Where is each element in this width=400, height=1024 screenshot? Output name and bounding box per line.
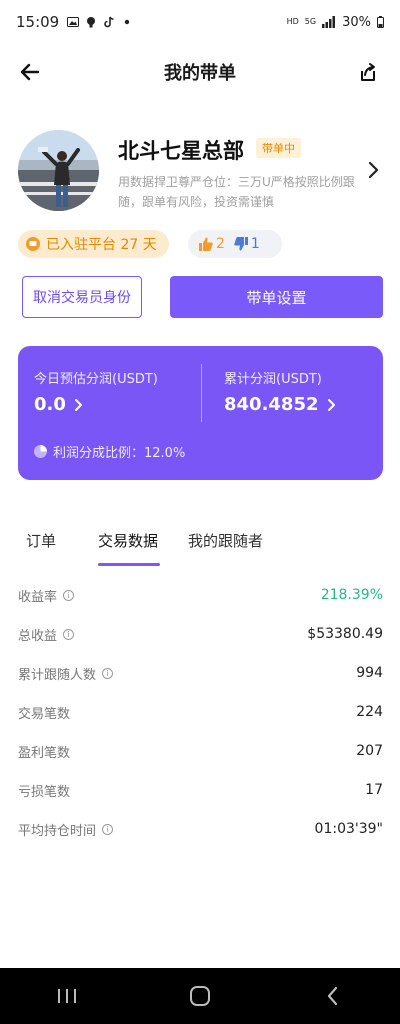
copy-settings-button[interactable]: 带单设置 (170, 276, 383, 318)
stat-value: 994 (356, 665, 383, 681)
info-icon[interactable]: i (102, 823, 114, 835)
stat-value: 01:03'39" (314, 821, 383, 837)
joined-days-text: 已入驻平台 27 天 (46, 237, 157, 253)
battery-icon (377, 16, 384, 28)
tab-orders[interactable]: 订单 (26, 530, 56, 551)
profit-share-text: 利润分成比例：12.0% (53, 446, 186, 461)
status-badge: 带单中 (256, 138, 301, 158)
info-icon[interactable]: i (63, 589, 75, 601)
tiktok-icon (104, 16, 114, 28)
chevron-right-icon (368, 161, 379, 179)
stat-label: 总收益 (18, 628, 58, 644)
today-profit-link[interactable]: 0.0 (34, 394, 84, 415)
info-icon[interactable]: i (63, 628, 75, 640)
active-tab-indicator (98, 563, 160, 566)
joined-days-pill: 已入驻平台 27 天 (18, 230, 169, 258)
like-button[interactable]: 2 (198, 236, 225, 252)
stat-label: 盈利笔数 (18, 745, 71, 761)
stat-row-losing-trades: 亏损笔数 17 (18, 778, 383, 802)
home-button[interactable] (180, 976, 220, 1016)
app-header: 我的带单 (0, 48, 400, 96)
gallery-icon (67, 17, 80, 27)
system-nav-bar (0, 968, 400, 1024)
tab-followers[interactable]: 我的跟随者 (188, 530, 263, 551)
stat-label: 累计跟随人数 (18, 667, 97, 683)
status-time: 15:09 (16, 13, 60, 31)
info-icon[interactable]: i (102, 667, 114, 679)
recent-apps-icon (57, 989, 76, 1003)
total-profit-value: 840.4852 (224, 394, 319, 415)
stat-row-return-rate: 收益率 i 218.39% (18, 583, 383, 607)
5g-indicator: 5G (304, 17, 317, 26)
trader-bio: 用数据捍卫尊严仓位：三万U严格按照比例跟随，跟单有风险，投资需谨慎 (118, 175, 355, 209)
avatar[interactable] (18, 130, 99, 211)
hd-indicator: HD (286, 17, 299, 26)
stat-row-total-profit: 总收益 i $53380.49 (18, 622, 383, 646)
dislike-count: 1 (250, 236, 260, 252)
rating-pill: 2 1 (188, 230, 282, 258)
share-icon (361, 63, 375, 81)
like-count: 2 (216, 236, 225, 252)
card-divider (201, 364, 202, 422)
trader-name: 北斗七星总部 (118, 139, 244, 163)
thumbs-down-icon (234, 237, 248, 251)
profile-detail-button[interactable] (366, 160, 382, 180)
profit-share-ratio: 利润分成比例：12.0% (34, 442, 185, 461)
chevron-left-icon (328, 986, 338, 1006)
today-profit-label: 今日预估分润(USDT) (34, 372, 158, 387)
stat-value: 218.39% (320, 587, 383, 603)
stat-row-winning-trades: 盈利笔数 207 (18, 739, 383, 763)
stat-label: 平均持仓时间 (18, 823, 97, 839)
stat-value: 224 (356, 704, 383, 720)
total-profit-label: 累计分润(USDT) (224, 372, 322, 387)
tab-trade-data[interactable]: 交易数据 (98, 530, 158, 551)
dot-icon (125, 19, 130, 25)
total-profit-link[interactable]: 840.4852 (224, 394, 337, 415)
status-bar: 15:09 HD 5G 30% (0, 0, 400, 44)
stat-value: 17 (365, 782, 383, 798)
battery-text: 30% (342, 14, 371, 30)
page-title: 我的带单 (164, 63, 236, 84)
cancel-trader-button[interactable]: 取消交易员身份 (22, 276, 142, 318)
home-icon (189, 986, 210, 1006)
stat-row-followers: 累计跟随人数 i 994 (18, 661, 383, 685)
dislike-button[interactable]: 1 (233, 236, 260, 252)
today-profit-value: 0.0 (34, 394, 66, 415)
signal-icon (322, 16, 336, 28)
system-back-button[interactable] (313, 976, 353, 1016)
chevron-right-icon (74, 398, 82, 411)
stat-value: $53380.49 (307, 626, 383, 642)
stat-label: 交易笔数 (18, 706, 71, 722)
back-button[interactable] (16, 58, 44, 86)
recent-apps-button[interactable] (47, 976, 87, 1016)
stat-label: 收益率 (18, 589, 58, 605)
bulb-icon (87, 17, 96, 28)
notification-icons (67, 16, 133, 28)
chevron-right-icon (327, 398, 335, 411)
message-icon (26, 237, 40, 251)
avatar-photo (18, 130, 99, 211)
thumbs-up-icon (199, 237, 213, 251)
arrow-left-icon (20, 63, 40, 81)
share-button[interactable] (354, 58, 382, 86)
stat-row-avg-hold-time: 平均持仓时间 i 01:03'39" (18, 817, 383, 841)
stat-value: 207 (356, 743, 383, 759)
stat-row-trades: 交易笔数 224 (18, 700, 383, 724)
stat-label: 亏损笔数 (18, 784, 71, 800)
profit-card: 今日预估分润(USDT) 0.0 累计分润(USDT) 840.4852 利润分… (18, 346, 383, 480)
pie-chart-icon (34, 445, 47, 458)
